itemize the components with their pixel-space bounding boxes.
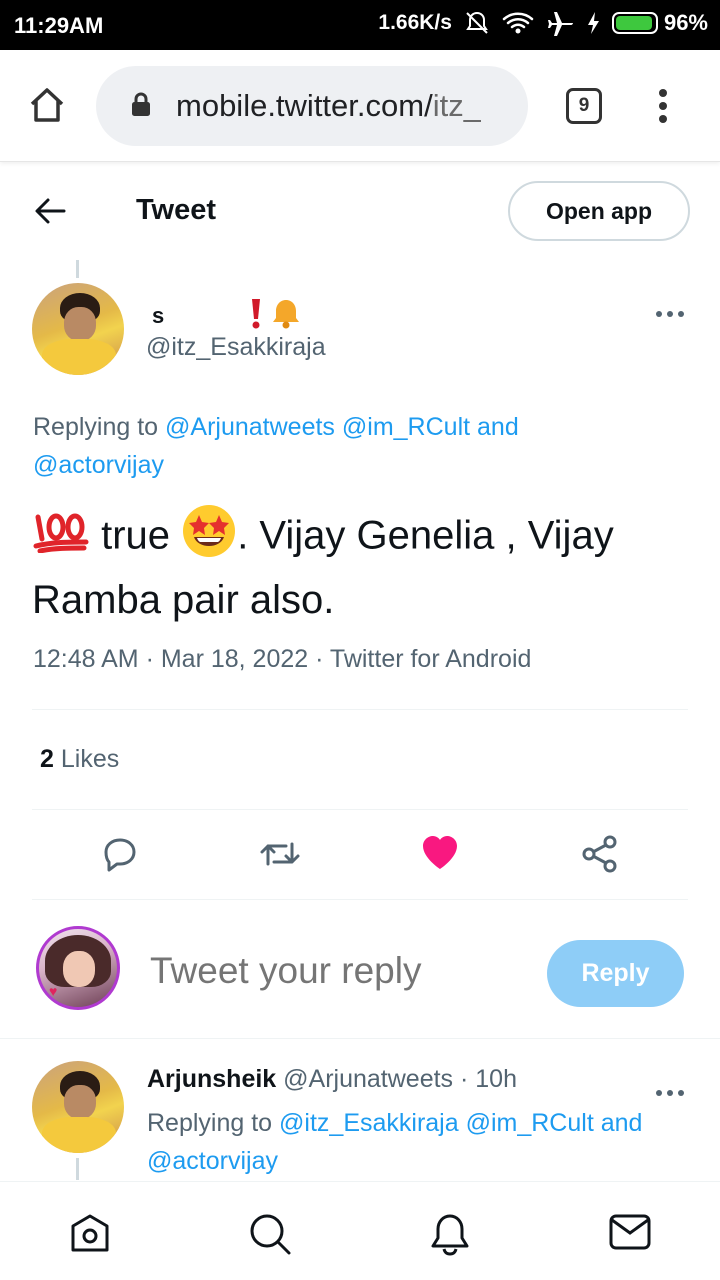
open-app-button[interactable]: Open app — [508, 181, 690, 241]
share-icon[interactable] — [580, 834, 620, 879]
hundred-points-emoji-icon — [32, 509, 90, 567]
reply-author-line[interactable]: Arjunsheik @Arjunatweets · 10h — [147, 1065, 517, 1094]
likes-count[interactable]: 2 Likes — [40, 745, 119, 774]
divider — [32, 899, 688, 900]
status-bar: 11:29AM 1.66K/s 96% — [0, 0, 720, 50]
my-avatar: ♥ — [36, 926, 120, 1010]
reply-author-avatar[interactable] — [32, 1061, 124, 1153]
reply-more-icon[interactable] — [654, 1075, 686, 1103]
mention-link[interactable]: @Arjunatweets — [165, 413, 335, 441]
status-right: 1.66K/s 96% — [378, 10, 708, 36]
notifications-icon[interactable] — [428, 1212, 472, 1261]
thread-line-bottom — [76, 1158, 79, 1180]
wifi-icon — [502, 10, 534, 36]
browser-menu-icon[interactable] — [656, 88, 670, 129]
reply-input[interactable] — [150, 950, 530, 992]
star-struck-emoji-icon — [181, 503, 237, 573]
divider — [32, 709, 688, 710]
back-arrow-icon[interactable] — [34, 196, 66, 231]
like-icon[interactable] — [420, 834, 460, 877]
author-handle[interactable]: @itz_Esakkiraja — [146, 333, 326, 362]
tweet-text: true . Vijay Genelia , Vijay Ramba pair … — [32, 503, 692, 627]
address-bar[interactable]: mobile.twitter.com/itz_ — [96, 66, 528, 146]
lock-icon — [130, 91, 152, 122]
mention-link[interactable]: @itz_Esakkiraja — [279, 1109, 459, 1137]
mention-link[interactable]: @im_RCult — [466, 1109, 594, 1137]
reply-icon[interactable] — [100, 834, 140, 879]
battery-percent: 96% — [663, 10, 708, 35]
reply-replying-to: Replying to @itz_Esakkiraja @im_RCult an… — [147, 1109, 643, 1175]
airplane-icon — [546, 10, 574, 36]
name-emoji-badges — [250, 297, 302, 335]
bottom-navigation — [0, 1181, 720, 1280]
author-display-name[interactable]: s — [152, 297, 302, 335]
search-icon[interactable] — [248, 1212, 292, 1261]
mention-link[interactable]: and — [601, 1109, 643, 1137]
charging-icon — [586, 11, 600, 35]
exclamation-emoji-icon — [250, 297, 262, 335]
author-avatar[interactable] — [32, 283, 124, 375]
url-text: mobile.twitter.com/itz_ — [176, 88, 481, 123]
browser-home-icon[interactable] — [28, 86, 66, 129]
mention-link[interactable]: @actorvijay — [33, 451, 164, 479]
status-time: 11:29AM — [14, 13, 104, 38]
home-icon[interactable] — [68, 1212, 112, 1259]
mention-link[interactable]: and — [477, 413, 519, 441]
battery-icon — [611, 12, 658, 34]
battery-indicator: 96% — [611, 10, 708, 36]
tweet-timestamp[interactable]: 12:48 AM · Mar 18, 2022 · Twitter for An… — [33, 645, 531, 674]
network-speed: 1.66K/s — [378, 11, 452, 34]
tweet-more-icon[interactable] — [654, 296, 686, 324]
divider — [32, 809, 688, 810]
mute-bell-icon — [464, 10, 490, 36]
retweet-icon[interactable] — [258, 834, 302, 879]
replying-to: Replying to @Arjunatweets @im_RCult and … — [33, 413, 519, 479]
bell-emoji-icon — [270, 297, 302, 335]
browser-toolbar: mobile.twitter.com/itz_ 9 — [0, 50, 720, 162]
mention-link[interactable]: @im_RCult — [342, 413, 470, 441]
page-title: Tweet — [136, 194, 217, 226]
tab-switcher-button[interactable]: 9 — [566, 88, 602, 124]
divider — [0, 1038, 720, 1039]
reply-button[interactable]: Reply — [547, 940, 684, 1007]
mention-link[interactable]: @actorvijay — [147, 1147, 278, 1175]
messages-icon[interactable] — [608, 1212, 652, 1257]
thread-line-top — [76, 260, 79, 278]
